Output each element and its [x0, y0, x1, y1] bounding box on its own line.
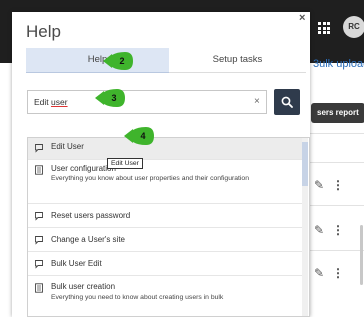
edit-pencil-icon[interactable]: ✎	[314, 178, 324, 192]
chat-bubble-icon	[35, 144, 43, 153]
clear-search-icon[interactable]: ×	[254, 96, 260, 107]
list-item-user-configuration[interactable]: User configuration Everything you know a…	[28, 160, 303, 204]
search-icon	[281, 96, 293, 108]
list-item-description: Everything you need to know about creati…	[51, 294, 224, 301]
list-item-title: Reset users password	[51, 211, 131, 220]
more-options-icon[interactable]: ⋮	[332, 223, 344, 237]
table-row-actions: ✎ ⋮	[314, 266, 344, 280]
more-options-icon[interactable]: ⋮	[332, 178, 344, 192]
callout-number: 4	[140, 131, 146, 141]
callout-2: 2	[103, 52, 133, 70]
chat-bubble-icon	[35, 260, 43, 269]
chat-bubble-icon	[35, 236, 43, 245]
search-input-underlined: user	[51, 97, 68, 107]
callout-number: 2	[119, 56, 125, 66]
search-field[interactable]: Edit user ×	[27, 90, 267, 114]
list-item-bulk-user-creation[interactable]: Bulk user creation Everything you need t…	[28, 276, 303, 316]
help-panel: Help × Help Setup tasks Edit user × Edit…	[12, 12, 310, 317]
search-input-prefix: Edit	[34, 97, 52, 107]
list-item-change-site[interactable]: Change a User's site	[28, 228, 303, 252]
callout-number: 3	[111, 93, 117, 103]
table-row-actions: ✎ ⋮	[314, 223, 344, 237]
bulk-upload-link[interactable]: 3ulk uploac	[313, 58, 364, 70]
list-item-title: Bulk User Edit	[51, 259, 102, 268]
help-tabs: Help Setup tasks	[26, 48, 306, 73]
document-icon	[35, 165, 43, 175]
more-options-icon[interactable]: ⋮	[332, 266, 344, 280]
document-icon	[35, 283, 43, 293]
results-scrollbar[interactable]	[302, 138, 308, 316]
panel-title: Help	[26, 22, 61, 41]
app-grid-icon[interactable]	[318, 22, 330, 34]
list-item-edit-user[interactable]: Edit User	[28, 138, 303, 160]
callout-3: 3	[95, 89, 125, 107]
list-item-title: Edit User	[51, 142, 84, 151]
list-item-title: Change a User's site	[51, 235, 126, 244]
users-report-button[interactable]: sers report	[311, 103, 364, 123]
edit-pencil-icon[interactable]: ✎	[314, 266, 324, 280]
chat-bubble-icon	[35, 212, 43, 221]
search-button[interactable]	[274, 89, 300, 115]
scrollbar-thumb[interactable]	[302, 142, 308, 186]
callout-4: 4	[124, 127, 154, 145]
tab-help[interactable]: Help	[26, 48, 169, 73]
table-row-actions: ✎ ⋮	[314, 178, 344, 192]
list-item-description: Everything you know about user propertie…	[51, 175, 249, 182]
list-item-title: Bulk user creation	[51, 282, 116, 291]
avatar[interactable]: RC	[343, 16, 364, 38]
page-scrollbar[interactable]	[360, 225, 363, 285]
tab-setup-tasks[interactable]: Setup tasks	[169, 48, 306, 73]
search-input[interactable]: Edit user	[34, 97, 68, 107]
tooltip: Edit User	[107, 158, 143, 169]
close-icon[interactable]: ×	[299, 12, 305, 24]
list-item-reset-password[interactable]: Reset users password	[28, 204, 303, 228]
edit-pencil-icon[interactable]: ✎	[314, 223, 324, 237]
list-item-bulk-user-edit[interactable]: Bulk User Edit	[28, 252, 303, 276]
results-list: Edit User User configuration Everything …	[27, 137, 310, 317]
